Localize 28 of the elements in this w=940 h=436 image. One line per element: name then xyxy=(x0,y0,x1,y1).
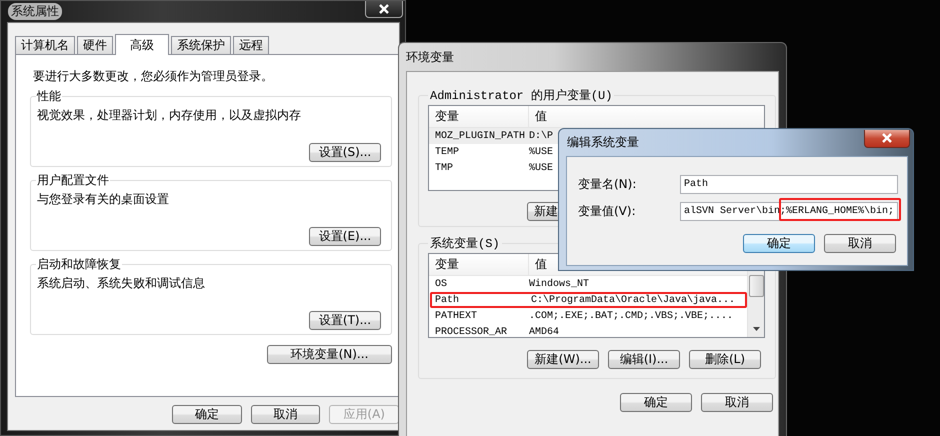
table-cell: AMD64 xyxy=(529,326,560,337)
table-cell: %USE xyxy=(529,162,554,174)
group-description: 与您登录有关的桌面设置 xyxy=(37,191,170,208)
table-cell: C:\ProgramData\Oracle\Java\java... xyxy=(531,294,736,306)
group-title: Administrator 的用户变量(U) xyxy=(429,88,614,104)
field-label: 变量名(N): xyxy=(578,176,638,193)
table-cell-text: TEMP xyxy=(434,146,460,158)
table-cell: Windows_NT xyxy=(529,278,590,290)
table-cell-text: TMP xyxy=(434,162,454,174)
table-cell: .COM;.EXE;.BAT;.CMD;.VBS;.VBE;.... xyxy=(529,310,734,322)
table-cell: %USE xyxy=(529,146,554,158)
table-cell: D:\P xyxy=(529,130,554,142)
window-title: 环境变量 xyxy=(406,48,454,66)
window-title: 编辑系统变量 xyxy=(567,134,639,151)
group-description: 系统启动、系统失败和调试信息 xyxy=(37,275,206,292)
group-title: 用户配置文件 xyxy=(36,172,110,189)
table-cell-text: PROCESSOR_AR xyxy=(434,326,508,337)
table-cell-text: Path xyxy=(434,294,460,306)
group-description: 视觉效果，处理器计划，内存使用，以及虚拟内存 xyxy=(37,107,302,124)
field-label: 变量值(V): xyxy=(578,203,637,220)
table-cell-text: MOZ_PLUGIN_PATH xyxy=(434,130,526,142)
table-cell-text: PATHEXT xyxy=(434,310,478,322)
window-title: 系统属性 xyxy=(8,3,62,20)
group-title: 启动和故障恢复 xyxy=(36,256,122,273)
group-title: 性能 xyxy=(36,88,62,105)
notice-text: 要进行大多数更改，您必须作为管理员登录。 xyxy=(33,68,274,84)
table-cell-text: OS xyxy=(434,278,448,290)
group-title: 系统变量(S) xyxy=(429,236,501,252)
